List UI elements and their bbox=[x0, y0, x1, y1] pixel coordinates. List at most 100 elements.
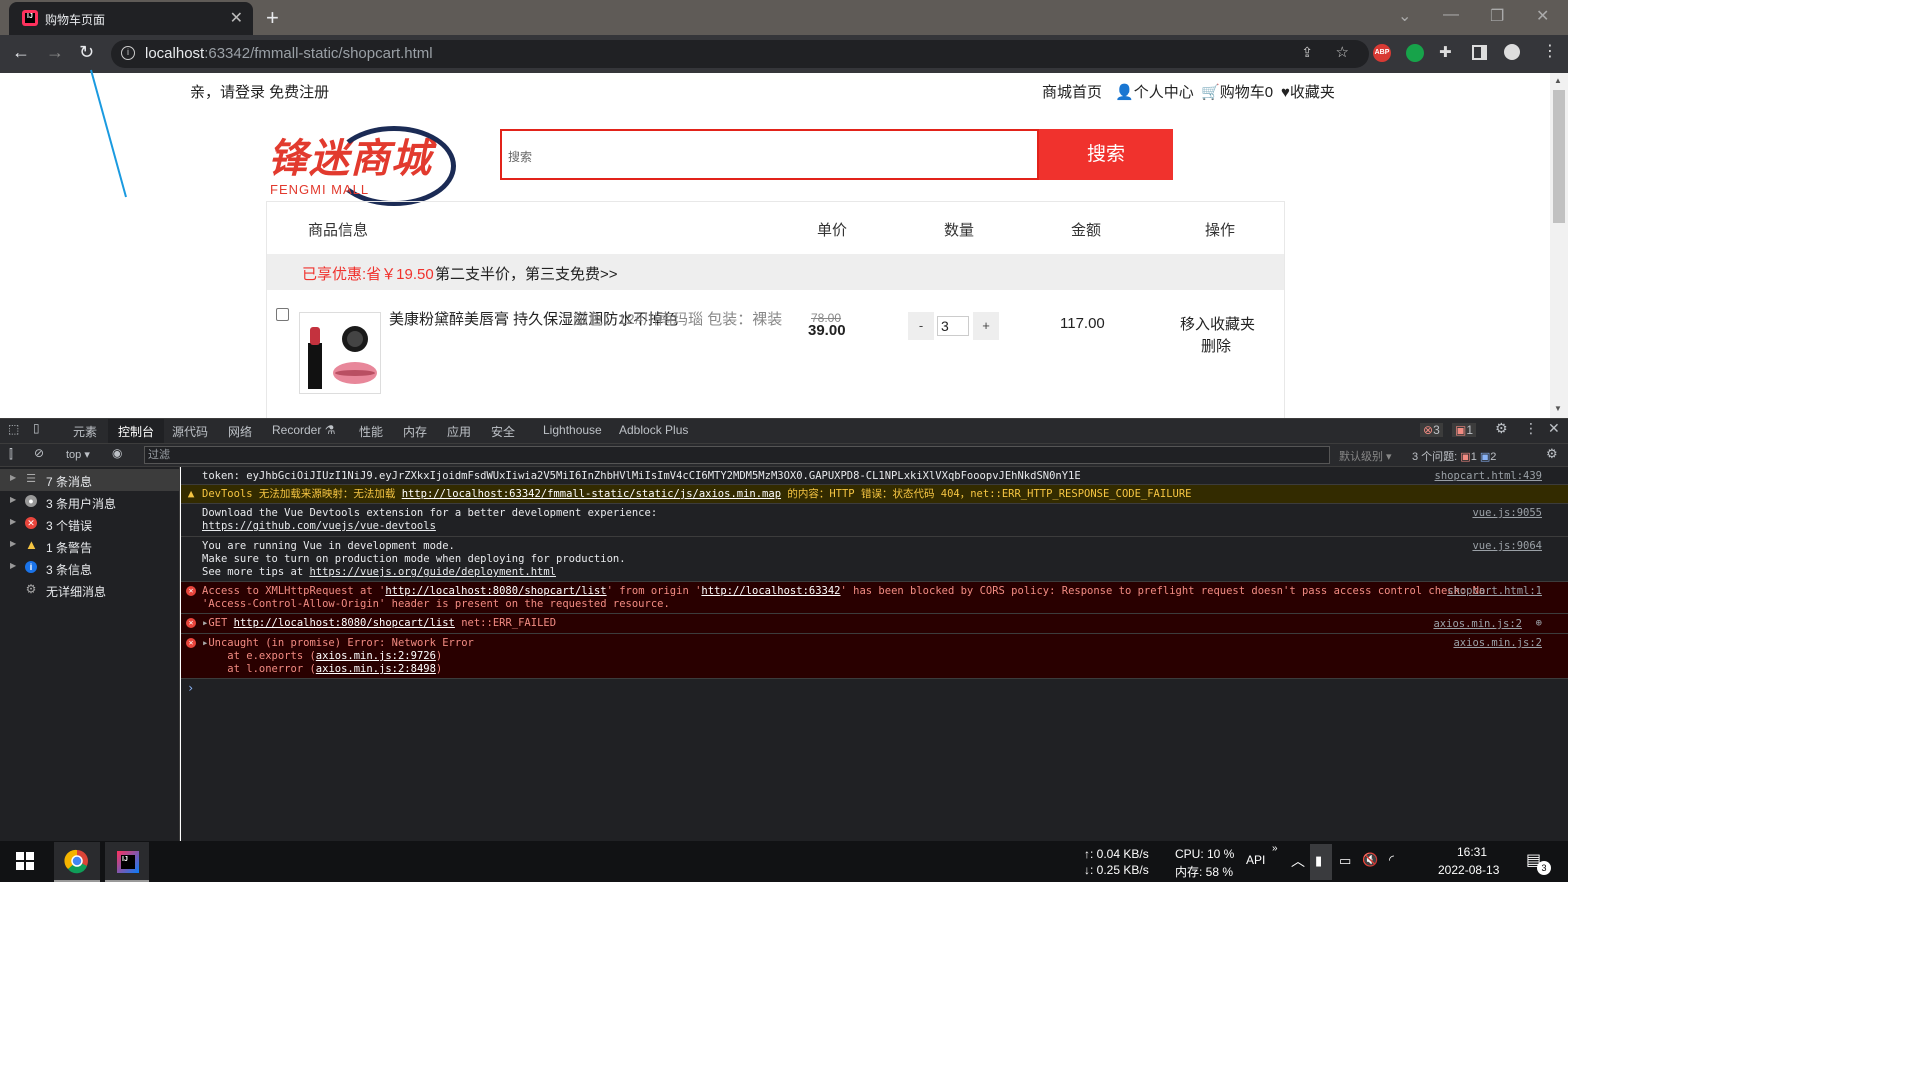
tab-elements[interactable]: 元素 bbox=[73, 423, 97, 440]
show-hidden-icons-icon[interactable]: ︿ bbox=[1291, 851, 1305, 871]
issues-button[interactable]: 3 个问题: ▣1 ▣2 bbox=[1412, 448, 1496, 464]
tab-search-icon[interactable]: ⌄ bbox=[1398, 6, 1411, 26]
item-checkbox[interactable] bbox=[276, 308, 289, 321]
browser-tab[interactable]: IJ 购物车页面 ✕ bbox=[9, 2, 253, 35]
sidebar-item-info[interactable]: ▶ i 3 条信息 bbox=[0, 557, 179, 579]
sidebar-item-errors[interactable]: ▶ ✕ 3 个错误 bbox=[0, 513, 179, 535]
quantity-input[interactable]: 3 bbox=[937, 316, 969, 336]
message-source-link[interactable]: axios.min.js:2 bbox=[1453, 637, 1542, 649]
console-message-vue-devtools[interactable]: Download the Vue Devtools extension for … bbox=[181, 504, 1568, 537]
minimize-icon[interactable]: — bbox=[1443, 6, 1459, 24]
error-counter[interactable]: ⊗3 bbox=[1420, 423, 1443, 437]
tab-lighthouse[interactable]: Lighthouse bbox=[543, 423, 602, 437]
message-source-link[interactable]: vue.js:9055 bbox=[1472, 507, 1542, 519]
search-button[interactable]: 搜索 bbox=[1039, 129, 1173, 180]
tab-recorder[interactable]: Recorder ⚗ bbox=[272, 423, 335, 437]
menu-icon[interactable]: ⋮ bbox=[1542, 41, 1558, 61]
console-filter-input[interactable]: 过滤 bbox=[144, 446, 1330, 464]
tab-security[interactable]: 安全 bbox=[491, 423, 515, 440]
nav-favorites[interactable]: ♥收藏夹 bbox=[1281, 81, 1335, 102]
quantity-minus-button[interactable]: - bbox=[908, 312, 934, 340]
taskbar-chrome[interactable] bbox=[54, 842, 100, 882]
message-source-link[interactable]: shopcart.html:439 bbox=[1435, 470, 1542, 482]
evernote-icon[interactable] bbox=[1406, 44, 1424, 62]
close-window-icon[interactable]: ✕ bbox=[1536, 6, 1549, 26]
vue-deployment-link[interactable]: https://vuejs.org/guide/deployment.html bbox=[309, 566, 556, 578]
settings-gear-icon[interactable]: ⚙ bbox=[1495, 420, 1508, 437]
device-toolbar-icon[interactable]: ▯ bbox=[33, 421, 40, 435]
live-expression-eye-icon[interactable]: ◉ bbox=[112, 446, 122, 460]
expand-chevron-icon[interactable]: » bbox=[1272, 843, 1278, 854]
login-link[interactable]: 亲，请登录 免费注册 bbox=[190, 81, 329, 102]
tab-network[interactable]: 网络 bbox=[228, 423, 252, 440]
nav-home[interactable]: 商城首页 bbox=[1042, 81, 1102, 102]
stack-link[interactable]: axios.min.js:2:8498 bbox=[316, 663, 436, 675]
scroll-down-arrow-icon[interactable]: ▼ bbox=[1554, 404, 1562, 413]
site-info-icon[interactable]: i bbox=[121, 46, 135, 60]
issue-counter[interactable]: ▣1 bbox=[1452, 423, 1477, 437]
console-message-uncaught-error[interactable]: ✕ ▸Uncaught (in promise) Error: Network … bbox=[181, 634, 1568, 679]
api-label[interactable]: API bbox=[1246, 853, 1265, 867]
sidebar-item-verbose[interactable]: ⚙ 无详细消息 bbox=[0, 579, 179, 601]
tab-console[interactable]: 控制台 bbox=[108, 419, 165, 443]
nav-cart[interactable]: 🛒购物车0 bbox=[1201, 81, 1273, 102]
clear-console-icon[interactable]: ⊘ bbox=[34, 446, 44, 460]
site-logo[interactable]: 锋迷商城 FENGMI MALL bbox=[268, 126, 456, 206]
volume-muted-icon[interactable]: 🔇 bbox=[1362, 852, 1378, 868]
share-icon[interactable]: ⇪ bbox=[1301, 44, 1313, 61]
search-input[interactable]: 搜索 bbox=[500, 129, 1039, 180]
side-panel-icon[interactable] bbox=[1472, 45, 1487, 60]
tray-bookmark[interactable]: ▮ bbox=[1310, 844, 1332, 880]
tab-memory[interactable]: 内存 bbox=[403, 423, 427, 440]
close-tab-icon[interactable]: ✕ bbox=[230, 8, 243, 28]
quantity-plus-button[interactable]: + bbox=[973, 312, 999, 340]
promo-text[interactable]: 第二支半价，第三支免费>> bbox=[435, 263, 618, 284]
console-message-vue-dev-mode[interactable]: You are running Vue in development mode.… bbox=[181, 537, 1568, 582]
sourcemap-link[interactable]: http://localhost:63342/fmmall-static/sta… bbox=[402, 488, 781, 500]
sidebar-toggle-icon[interactable]: ⫿ bbox=[9, 447, 13, 462]
taskbar-intellij[interactable]: IJ bbox=[105, 842, 149, 882]
message-source-link[interactable]: axios.min.js:2 bbox=[1433, 618, 1522, 630]
console-message-token[interactable]: token: eyJhbGciOiJIUzI1NiJ9.eyJrZXkxIjoi… bbox=[181, 467, 1568, 485]
console-prompt-icon[interactable]: › bbox=[187, 681, 194, 695]
battery-icon[interactable]: ▭ bbox=[1339, 853, 1351, 869]
tab-sources[interactable]: 源代码 bbox=[172, 423, 208, 440]
new-tab-icon[interactable]: + bbox=[266, 5, 279, 31]
console-message-warning[interactable]: ▲ DevTools 无法加载来源映射：无法加载 http://localhos… bbox=[181, 485, 1568, 504]
adblock-plus-icon[interactable]: ABP bbox=[1373, 44, 1391, 62]
stack-link[interactable]: axios.min.js:2:9726 bbox=[316, 650, 436, 662]
more-options-icon[interactable]: ⋮ bbox=[1524, 420, 1538, 437]
clock-date[interactable]: 2022-08-13 bbox=[1438, 863, 1499, 877]
network-panel-icon[interactable]: ⊕ bbox=[1536, 617, 1542, 629]
origin-link[interactable]: http://localhost:63342 bbox=[701, 585, 840, 597]
console-settings-gear-icon[interactable]: ⚙ bbox=[1546, 446, 1558, 462]
vue-devtools-link[interactable]: https://github.com/vuejs/vue-devtools bbox=[202, 520, 436, 532]
request-url-link[interactable]: http://localhost:8080/shopcart/list bbox=[234, 617, 455, 629]
close-devtools-icon[interactable]: ✕ bbox=[1548, 420, 1560, 437]
profile-icon[interactable] bbox=[1504, 44, 1520, 60]
sidebar-item-messages[interactable]: ▶ ☰ 7 条消息 bbox=[0, 469, 179, 491]
address-bar[interactable]: i localhost:63342/fmmall-static/shopcart… bbox=[111, 40, 1369, 68]
tab-adblock-plus[interactable]: Adblock Plus bbox=[619, 423, 688, 437]
sidebar-item-user-messages[interactable]: ▶ ● 3 条用户消息 bbox=[0, 491, 179, 513]
restore-icon[interactable]: ❐ bbox=[1490, 6, 1504, 26]
message-source-link[interactable]: vue.js:9064 bbox=[1472, 540, 1542, 552]
scroll-up-arrow-icon[interactable]: ▲ bbox=[1554, 76, 1562, 85]
log-level-dropdown[interactable]: 默认级别 ▾ bbox=[1339, 448, 1392, 464]
move-to-favorites-link[interactable]: 移入收藏夹 bbox=[1180, 313, 1255, 334]
context-selector[interactable]: top ▾ bbox=[66, 448, 90, 461]
console-message-cors-error[interactable]: ✕ Access to XMLHttpRequest at 'http://lo… bbox=[181, 582, 1568, 614]
clock-time[interactable]: 16:31 bbox=[1457, 845, 1487, 859]
message-source-link[interactable]: shopcart.html:1 bbox=[1447, 585, 1542, 597]
tab-application[interactable]: 应用 bbox=[447, 423, 471, 440]
windows-start-icon[interactable] bbox=[16, 852, 34, 870]
request-url-link[interactable]: http://localhost:8080/shopcart/list bbox=[385, 585, 606, 597]
wifi-icon[interactable]: ◜ bbox=[1389, 852, 1394, 868]
console-message-get-failed[interactable]: ✕ ▸GET http://localhost:8080/shopcart/li… bbox=[181, 614, 1568, 634]
sidebar-item-warnings[interactable]: ▶ ▲ 1 条警告 bbox=[0, 535, 179, 557]
bookmark-star-icon[interactable]: ☆ bbox=[1336, 43, 1349, 61]
inspect-element-icon[interactable]: ⬚ bbox=[8, 422, 19, 436]
extensions-icon[interactable]: ✚ bbox=[1439, 43, 1452, 61]
tab-performance[interactable]: 性能 bbox=[359, 423, 383, 440]
page-scroll-thumb[interactable] bbox=[1553, 90, 1565, 223]
